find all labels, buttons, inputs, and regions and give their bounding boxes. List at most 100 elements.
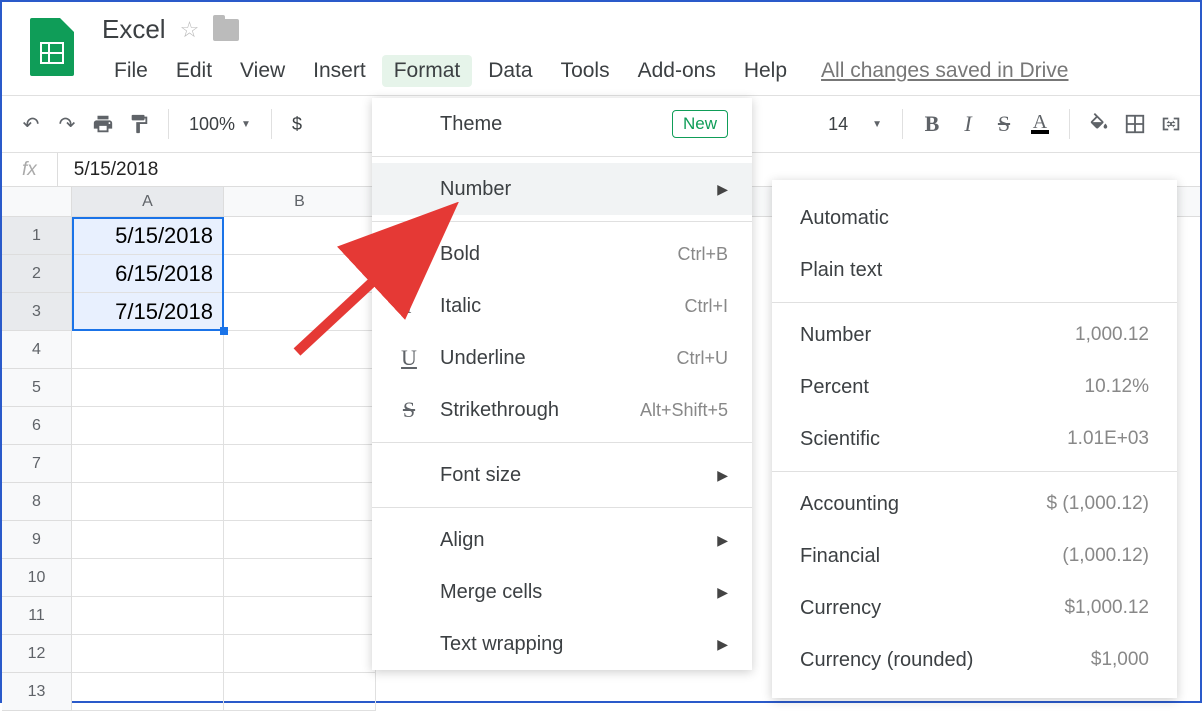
cell[interactable]: [224, 483, 376, 521]
formula-input[interactable]: 5/15/2018: [58, 159, 175, 181]
underline-icon: U: [396, 345, 422, 371]
cell[interactable]: [224, 255, 376, 293]
format-example: 10.12%: [1085, 376, 1149, 398]
cell[interactable]: [224, 673, 376, 711]
select-all-corner[interactable]: [2, 187, 72, 216]
cell[interactable]: [224, 559, 376, 597]
sheets-logo[interactable]: [30, 18, 74, 76]
number-automatic[interactable]: Automatic: [772, 192, 1177, 244]
row-header[interactable]: 5: [2, 369, 72, 407]
cell[interactable]: [72, 673, 224, 711]
cell[interactable]: [224, 217, 376, 255]
format-italic[interactable]: I Italic Ctrl+I: [372, 280, 752, 332]
cell[interactable]: [72, 635, 224, 673]
menu-tools[interactable]: Tools: [549, 55, 622, 87]
print-icon[interactable]: [88, 109, 118, 139]
italic-icon[interactable]: I: [953, 109, 983, 139]
menu-format[interactable]: Format: [382, 55, 473, 87]
cell[interactable]: [224, 407, 376, 445]
column-header-a[interactable]: A: [72, 187, 224, 216]
separator: [1069, 109, 1070, 139]
row-header[interactable]: 13: [2, 673, 72, 711]
cell[interactable]: [72, 559, 224, 597]
row-header[interactable]: 10: [2, 559, 72, 597]
cell[interactable]: [72, 483, 224, 521]
cell[interactable]: [72, 369, 224, 407]
undo-icon[interactable]: ↶: [16, 109, 46, 139]
merge-cells-icon[interactable]: [1156, 109, 1186, 139]
star-icon[interactable]: ☆: [180, 17, 200, 43]
cell[interactable]: [224, 331, 376, 369]
document-title[interactable]: Excel: [102, 14, 166, 45]
format-align[interactable]: Align ▶: [372, 514, 752, 566]
cell[interactable]: [224, 445, 376, 483]
number-currency[interactable]: Currency$1,000.12: [772, 582, 1177, 634]
cell[interactable]: [72, 521, 224, 559]
cell[interactable]: [224, 369, 376, 407]
font-size-select[interactable]: 14▼: [822, 114, 888, 135]
row-header[interactable]: 3: [2, 293, 72, 331]
number-currency-rounded[interactable]: Currency (rounded)$1,000: [772, 634, 1177, 686]
cell-a1[interactable]: 5/15/2018: [72, 217, 224, 255]
format-number[interactable]: Number ▶: [372, 163, 752, 215]
menu-addons[interactable]: Add-ons: [626, 55, 728, 87]
format-font-size[interactable]: Font size ▶: [372, 449, 752, 501]
submenu-arrow-icon: ▶: [717, 181, 728, 198]
row-header[interactable]: 8: [2, 483, 72, 521]
cell[interactable]: [224, 293, 376, 331]
format-underline[interactable]: U Underline Ctrl+U: [372, 332, 752, 384]
number-scientific[interactable]: Scientific1.01E+03: [772, 413, 1177, 465]
save-status[interactable]: All changes saved in Drive: [821, 59, 1068, 83]
number-percent[interactable]: Percent10.12%: [772, 361, 1177, 413]
row-header[interactable]: 1: [2, 217, 72, 255]
submenu-arrow-icon: ▶: [717, 636, 728, 653]
strikethrough-icon[interactable]: S: [989, 109, 1019, 139]
zoom-select[interactable]: 100%▼: [183, 114, 257, 135]
format-bold[interactable]: B Bold Ctrl+B: [372, 228, 752, 280]
format-theme[interactable]: Theme New: [372, 98, 752, 150]
row-header[interactable]: 7: [2, 445, 72, 483]
redo-icon[interactable]: ↷: [52, 109, 82, 139]
menu-data[interactable]: Data: [476, 55, 544, 87]
number-plain-text[interactable]: Plain text: [772, 244, 1177, 296]
format-example: $1,000.12: [1064, 597, 1149, 619]
borders-icon[interactable]: [1120, 109, 1150, 139]
text-color-icon[interactable]: A: [1025, 109, 1055, 139]
cell[interactable]: [72, 331, 224, 369]
row-header[interactable]: 4: [2, 331, 72, 369]
currency-format-icon[interactable]: $: [286, 114, 308, 135]
number-number[interactable]: Number1,000.12: [772, 309, 1177, 361]
menu-help[interactable]: Help: [732, 55, 799, 87]
folder-icon[interactable]: [213, 19, 239, 41]
menu-view[interactable]: View: [228, 55, 297, 87]
cell[interactable]: [224, 597, 376, 635]
fill-color-icon[interactable]: [1084, 109, 1114, 139]
cell[interactable]: [72, 407, 224, 445]
row-header[interactable]: 2: [2, 255, 72, 293]
italic-icon: I: [396, 293, 422, 319]
cell[interactable]: [72, 597, 224, 635]
column-header-b[interactable]: B: [224, 187, 376, 216]
row-header[interactable]: 6: [2, 407, 72, 445]
format-merge-cells[interactable]: Merge cells ▶: [372, 566, 752, 618]
row-header[interactable]: 9: [2, 521, 72, 559]
number-financial[interactable]: Financial(1,000.12): [772, 530, 1177, 582]
row-header[interactable]: 11: [2, 597, 72, 635]
format-strikethrough[interactable]: S Strikethrough Alt+Shift+5: [372, 384, 752, 436]
format-example: $ (1,000.12): [1047, 493, 1149, 515]
cell[interactable]: [224, 635, 376, 673]
menu-edit[interactable]: Edit: [164, 55, 224, 87]
row-header[interactable]: 12: [2, 635, 72, 673]
separator: [271, 109, 272, 139]
cell[interactable]: [72, 445, 224, 483]
paint-format-icon[interactable]: [124, 109, 154, 139]
format-text-wrapping[interactable]: Text wrapping ▶: [372, 618, 752, 670]
number-accounting[interactable]: Accounting$ (1,000.12): [772, 478, 1177, 530]
cell-a2[interactable]: 6/15/2018: [72, 255, 224, 293]
cell[interactable]: [224, 521, 376, 559]
menu-insert[interactable]: Insert: [301, 55, 378, 87]
cell-a3[interactable]: 7/15/2018: [72, 293, 224, 331]
bold-icon[interactable]: B: [917, 109, 947, 139]
menu-file[interactable]: File: [102, 55, 160, 87]
selection-handle[interactable]: [220, 327, 228, 335]
